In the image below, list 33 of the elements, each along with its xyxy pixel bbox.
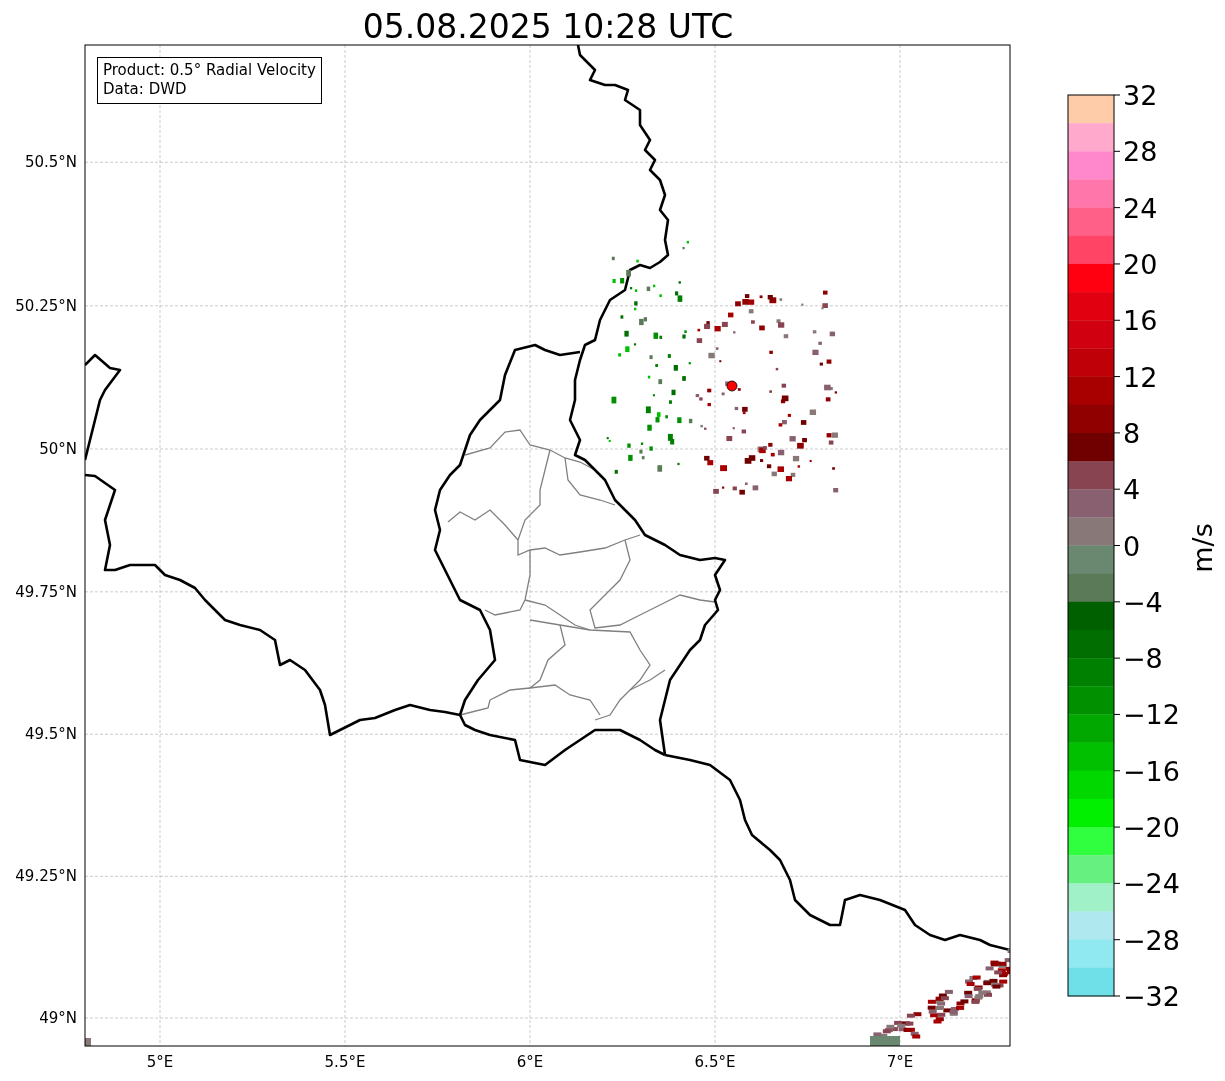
colorbar-tick-label: 20 [1123, 248, 1158, 280]
colorbar-tick-label: −32 [1123, 981, 1180, 1012]
longitude-label: 5°E [146, 1053, 174, 1071]
colorbar-tick-label: 32 [1123, 80, 1158, 111]
colorbar-tick-label: −16 [1123, 755, 1180, 787]
latitude-label: 49.5°N [24, 725, 77, 744]
colorbar-tick-label: 28 [1123, 136, 1158, 168]
longitude-label: 6.5°E [694, 1053, 736, 1071]
latitude-label: 49°N [39, 1009, 77, 1027]
colorbar-tick-label: 12 [1123, 361, 1158, 393]
longitude-label: 6°E [516, 1053, 544, 1071]
latitude-label: 50.25°N [15, 296, 77, 315]
info-text: Product: 0.5° Radial Velocity Data: DWD [103, 61, 316, 99]
chart-title: 05.08.2025 10:28 UTC [362, 7, 734, 46]
colorbar-tick-label: −28 [1123, 924, 1180, 956]
longitude-label: 7°E [886, 1053, 914, 1071]
latitude-label: 49.75°N [15, 582, 77, 601]
colorbar-tick-label: −4 [1123, 586, 1163, 618]
colorbar-tick-label: 8 [1123, 417, 1141, 449]
colorbar-tick-label: 0 [1123, 530, 1141, 562]
radar-site-marker [726, 380, 738, 392]
latitude-label: 49.25°N [15, 867, 77, 886]
colorbar-tick-label: 24 [1123, 192, 1158, 224]
colorbar-tick-label: −24 [1123, 868, 1180, 900]
colorbar-label: m/s [1187, 523, 1218, 573]
colorbar-tick-label: −12 [1123, 699, 1180, 731]
longitude-label: 5.5°E [324, 1053, 366, 1071]
latitude-label: 50°N [39, 440, 77, 458]
latitude-label: 50.5°N [24, 153, 77, 172]
colorbar-tick-label: 16 [1123, 305, 1158, 337]
colorbar-tick-label: 4 [1123, 474, 1141, 506]
colorbar-tick-label: −20 [1123, 812, 1180, 844]
colorbar-tick-label: −8 [1123, 643, 1163, 675]
